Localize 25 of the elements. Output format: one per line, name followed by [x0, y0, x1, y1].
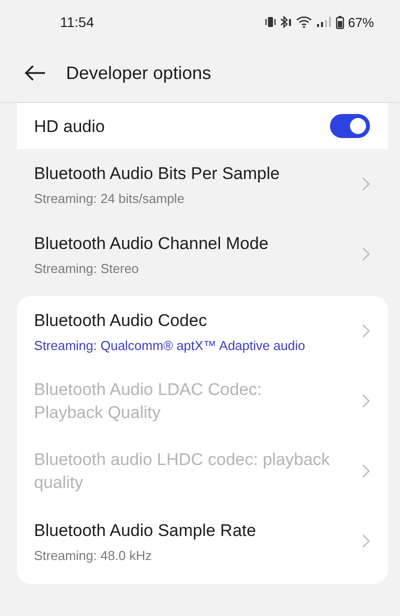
- setting-summary: Streaming: Qualcomm® aptX™ Adaptive audio: [34, 338, 306, 353]
- setting-title[interactable]: Bluetooth Audio Bits Per Sample: [34, 162, 280, 185]
- page-title: Developer options: [66, 62, 212, 84]
- battery-icon: [336, 16, 344, 28]
- chevron-right-icon: [362, 177, 370, 191]
- toggle-switch[interactable]: [330, 114, 370, 138]
- setting-summary: Streaming: 48.0 kHz: [34, 548, 153, 563]
- chevron-right-icon: [362, 324, 370, 338]
- back-arrow-icon[interactable]: [24, 65, 46, 81]
- setting-title: HD audio: [34, 116, 105, 138]
- wifi-icon: [296, 16, 312, 28]
- chevron-right-icon: [362, 464, 370, 478]
- setting-summary: Streaming: Stereo: [34, 261, 140, 276]
- setting-title[interactable]: Bluetooth Audio Channel Mode: [34, 232, 268, 255]
- setting-summary: Streaming: 24 bits/sample: [34, 191, 186, 206]
- chevron-right-icon: [362, 534, 370, 548]
- status-time: 11:54: [60, 14, 94, 30]
- chevron-right-icon: [362, 247, 370, 261]
- vibrate-icon: [264, 16, 276, 28]
- bluetooth-icon: [280, 16, 292, 28]
- setting-title[interactable]: Bluetooth Audio Codec: [34, 309, 306, 332]
- battery-percent: 67%: [348, 14, 374, 30]
- signal-icon: [316, 16, 332, 28]
- setting-title[interactable]: Bluetooth Audio Sample Rate: [34, 519, 256, 542]
- chevron-right-icon: [362, 394, 370, 408]
